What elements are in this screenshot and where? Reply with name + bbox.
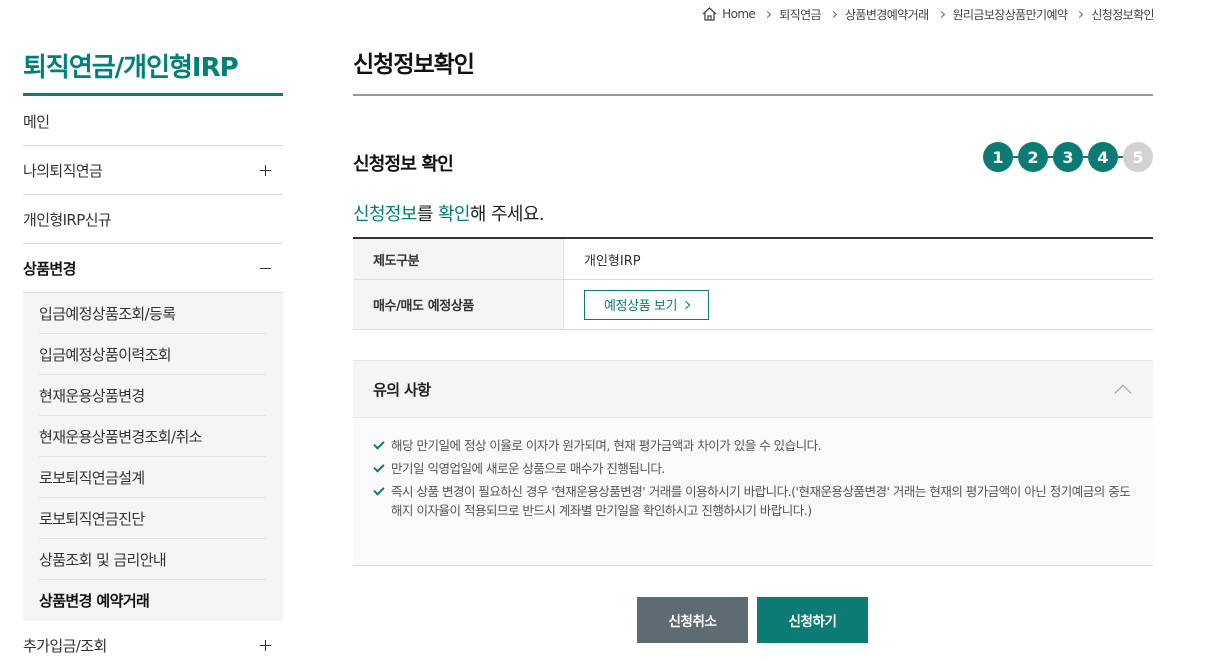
step-1: 1 [983, 142, 1013, 172]
cancel-application-button[interactable]: 신청취소 [637, 597, 748, 643]
step-3: 3 [1053, 142, 1083, 172]
info-table: 제도구분 개인형IRP 매수/매도 예정상품 예정상품 보기 [353, 237, 1153, 330]
page-title: 신청정보확인 [353, 52, 475, 78]
chevron-right-icon [681, 300, 691, 309]
breadcrumb: Home 퇴직연금 상품변경예약거래 원리금보장상품만기예약 신청정보확인 [702, 6, 1155, 23]
notice-body: 해당 만기일에 정상 이율로 이자가 원가되며, 현재 평가금액과 차이가 있을… [353, 418, 1153, 566]
submenu-item[interactable]: 현재운용상품변경 [39, 375, 266, 416]
submenu-item[interactable]: 로보퇴직연금설계 [39, 457, 266, 498]
action-buttons: 신청취소 신청하기 [637, 597, 868, 643]
breadcrumb-item[interactable]: 상품변경예약거래 [845, 6, 929, 23]
notice-item-text: 즉시 상품 변경이 필요하신 경우 '현재운용상품변경' 거래를 이용하시기 바… [391, 484, 1131, 518]
plus-icon[interactable] [260, 639, 271, 651]
step-5: 5 [1123, 142, 1153, 172]
chevron-right-icon [937, 10, 945, 18]
sidebar-title-divider [23, 93, 283, 96]
submenu-item[interactable]: 상품조회 및 금리안내 [39, 539, 266, 580]
notice-item: 즉시 상품 변경이 필요하신 경우 '현재운용상품변경' 거래를 이용하시기 바… [373, 482, 1133, 520]
table-header-cell: 제도구분 [353, 239, 564, 279]
sidebar-menu: 메인 나의퇴직연금 개인형IRP신규 상품변경 입금예정상품조회/등록 입금예정… [23, 97, 283, 662]
instruction-text-part: 를 [416, 204, 438, 225]
sidebar-item-my-pension[interactable]: 나의퇴직연금 [23, 146, 283, 195]
table-row: 매수/매도 예정상품 예정상품 보기 [353, 280, 1153, 330]
instruction-text: 신청정보를 확인해 주세요. [353, 200, 545, 226]
submenu-item[interactable]: 현재운용상품변경조회/취소 [39, 416, 266, 457]
submenu-item[interactable]: 입금예정상품이력조회 [39, 334, 266, 375]
notice-toggle[interactable]: 유의 사항 [353, 360, 1153, 418]
table-row: 제도구분 개인형IRP [353, 239, 1153, 280]
view-planned-products-label: 예정상품 보기 [603, 299, 678, 314]
chevron-right-icon [1076, 10, 1084, 18]
view-planned-products-button[interactable]: 예정상품 보기 [584, 289, 709, 320]
notice-panel: 유의 사항 해당 만기일에 정상 이율로 이자가 원가되며, 현재 평가금액과 … [353, 360, 1153, 566]
sidebar-item-irp-new[interactable]: 개인형IRP신규 [23, 195, 283, 244]
page-title-divider [353, 94, 1153, 96]
submenu-item[interactable]: 입금예정상품조회/등록 [39, 293, 266, 334]
notice-item-text: 해당 만기일에 정상 이율로 이자가 원가되며, 현재 평가금액과 차이가 있을… [391, 438, 822, 453]
instruction-highlight: 확인 [437, 204, 471, 225]
sidebar-item-label: 나의퇴직연금 [23, 161, 103, 180]
chevron-right-icon [764, 10, 772, 18]
minus-icon[interactable] [260, 263, 271, 274]
notice-item: 만기일 익영업일에 새로운 상품으로 매수가 진행됩니다. [373, 459, 1133, 478]
section-title: 신청정보 확인 [353, 154, 454, 175]
sidebar-item-label: 메인 [23, 112, 50, 131]
notice-title: 유의 사항 [373, 380, 431, 399]
step-4-current: 4 [1088, 142, 1118, 172]
instruction-highlight: 신청정보 [353, 204, 417, 225]
plus-icon[interactable] [260, 164, 271, 176]
breadcrumb-current: 신청정보확인 [1091, 7, 1154, 22]
check-icon [373, 484, 385, 496]
home-icon [702, 7, 717, 21]
sidebar-title: 퇴직연금/개인형IRP [23, 53, 239, 83]
table-header-cell: 매수/매도 예정상품 [353, 280, 564, 329]
breadcrumb-item[interactable]: 원리금보장상품만기예약 [953, 6, 1068, 23]
table-value-cell: 예정상품 보기 [564, 280, 1153, 329]
check-icon [373, 461, 385, 473]
sidebar-item-product-change[interactable]: 상품변경 [23, 244, 283, 293]
sidebar-item-label: 상품변경 [23, 259, 76, 278]
submenu-item-active[interactable]: 상품변경 예약거래 [39, 580, 266, 621]
notice-item: 해당 만기일에 정상 이율로 이자가 원가되며, 현재 평가금액과 차이가 있을… [373, 436, 1133, 455]
sidebar-item-label: 추가입금/조회 [23, 636, 107, 655]
breadcrumb-home-label: Home [722, 7, 756, 21]
sidebar-item-additional-deposit[interactable]: 추가입금/조회 [23, 621, 283, 662]
notice-item-text: 만기일 익영업일에 새로운 상품으로 매수가 진행됩니다. [391, 461, 665, 476]
table-value-cell: 개인형IRP [584, 253, 641, 269]
breadcrumb-home[interactable]: Home [702, 7, 756, 21]
step-indicator: 1 2 3 4 5 [983, 142, 1153, 172]
sidebar-submenu: 입금예정상품조회/등록 입금예정상품이력조회 현재운용상품변경 현재운용상품변경… [23, 293, 283, 621]
sidebar-item-main[interactable]: 메인 [23, 97, 283, 146]
instruction-text-part: 해 주세요. [469, 204, 545, 225]
step-2: 2 [1018, 142, 1048, 172]
chevron-right-icon [829, 10, 838, 18]
sidebar-item-label: 개인형IRP신규 [23, 210, 112, 229]
breadcrumb-item[interactable]: 퇴직연금 [779, 6, 821, 23]
chevron-up-icon[interactable] [1114, 384, 1132, 402]
submit-application-button[interactable]: 신청하기 [757, 597, 868, 643]
submenu-item[interactable]: 로보퇴직연금진단 [39, 498, 266, 539]
check-icon [373, 438, 385, 450]
